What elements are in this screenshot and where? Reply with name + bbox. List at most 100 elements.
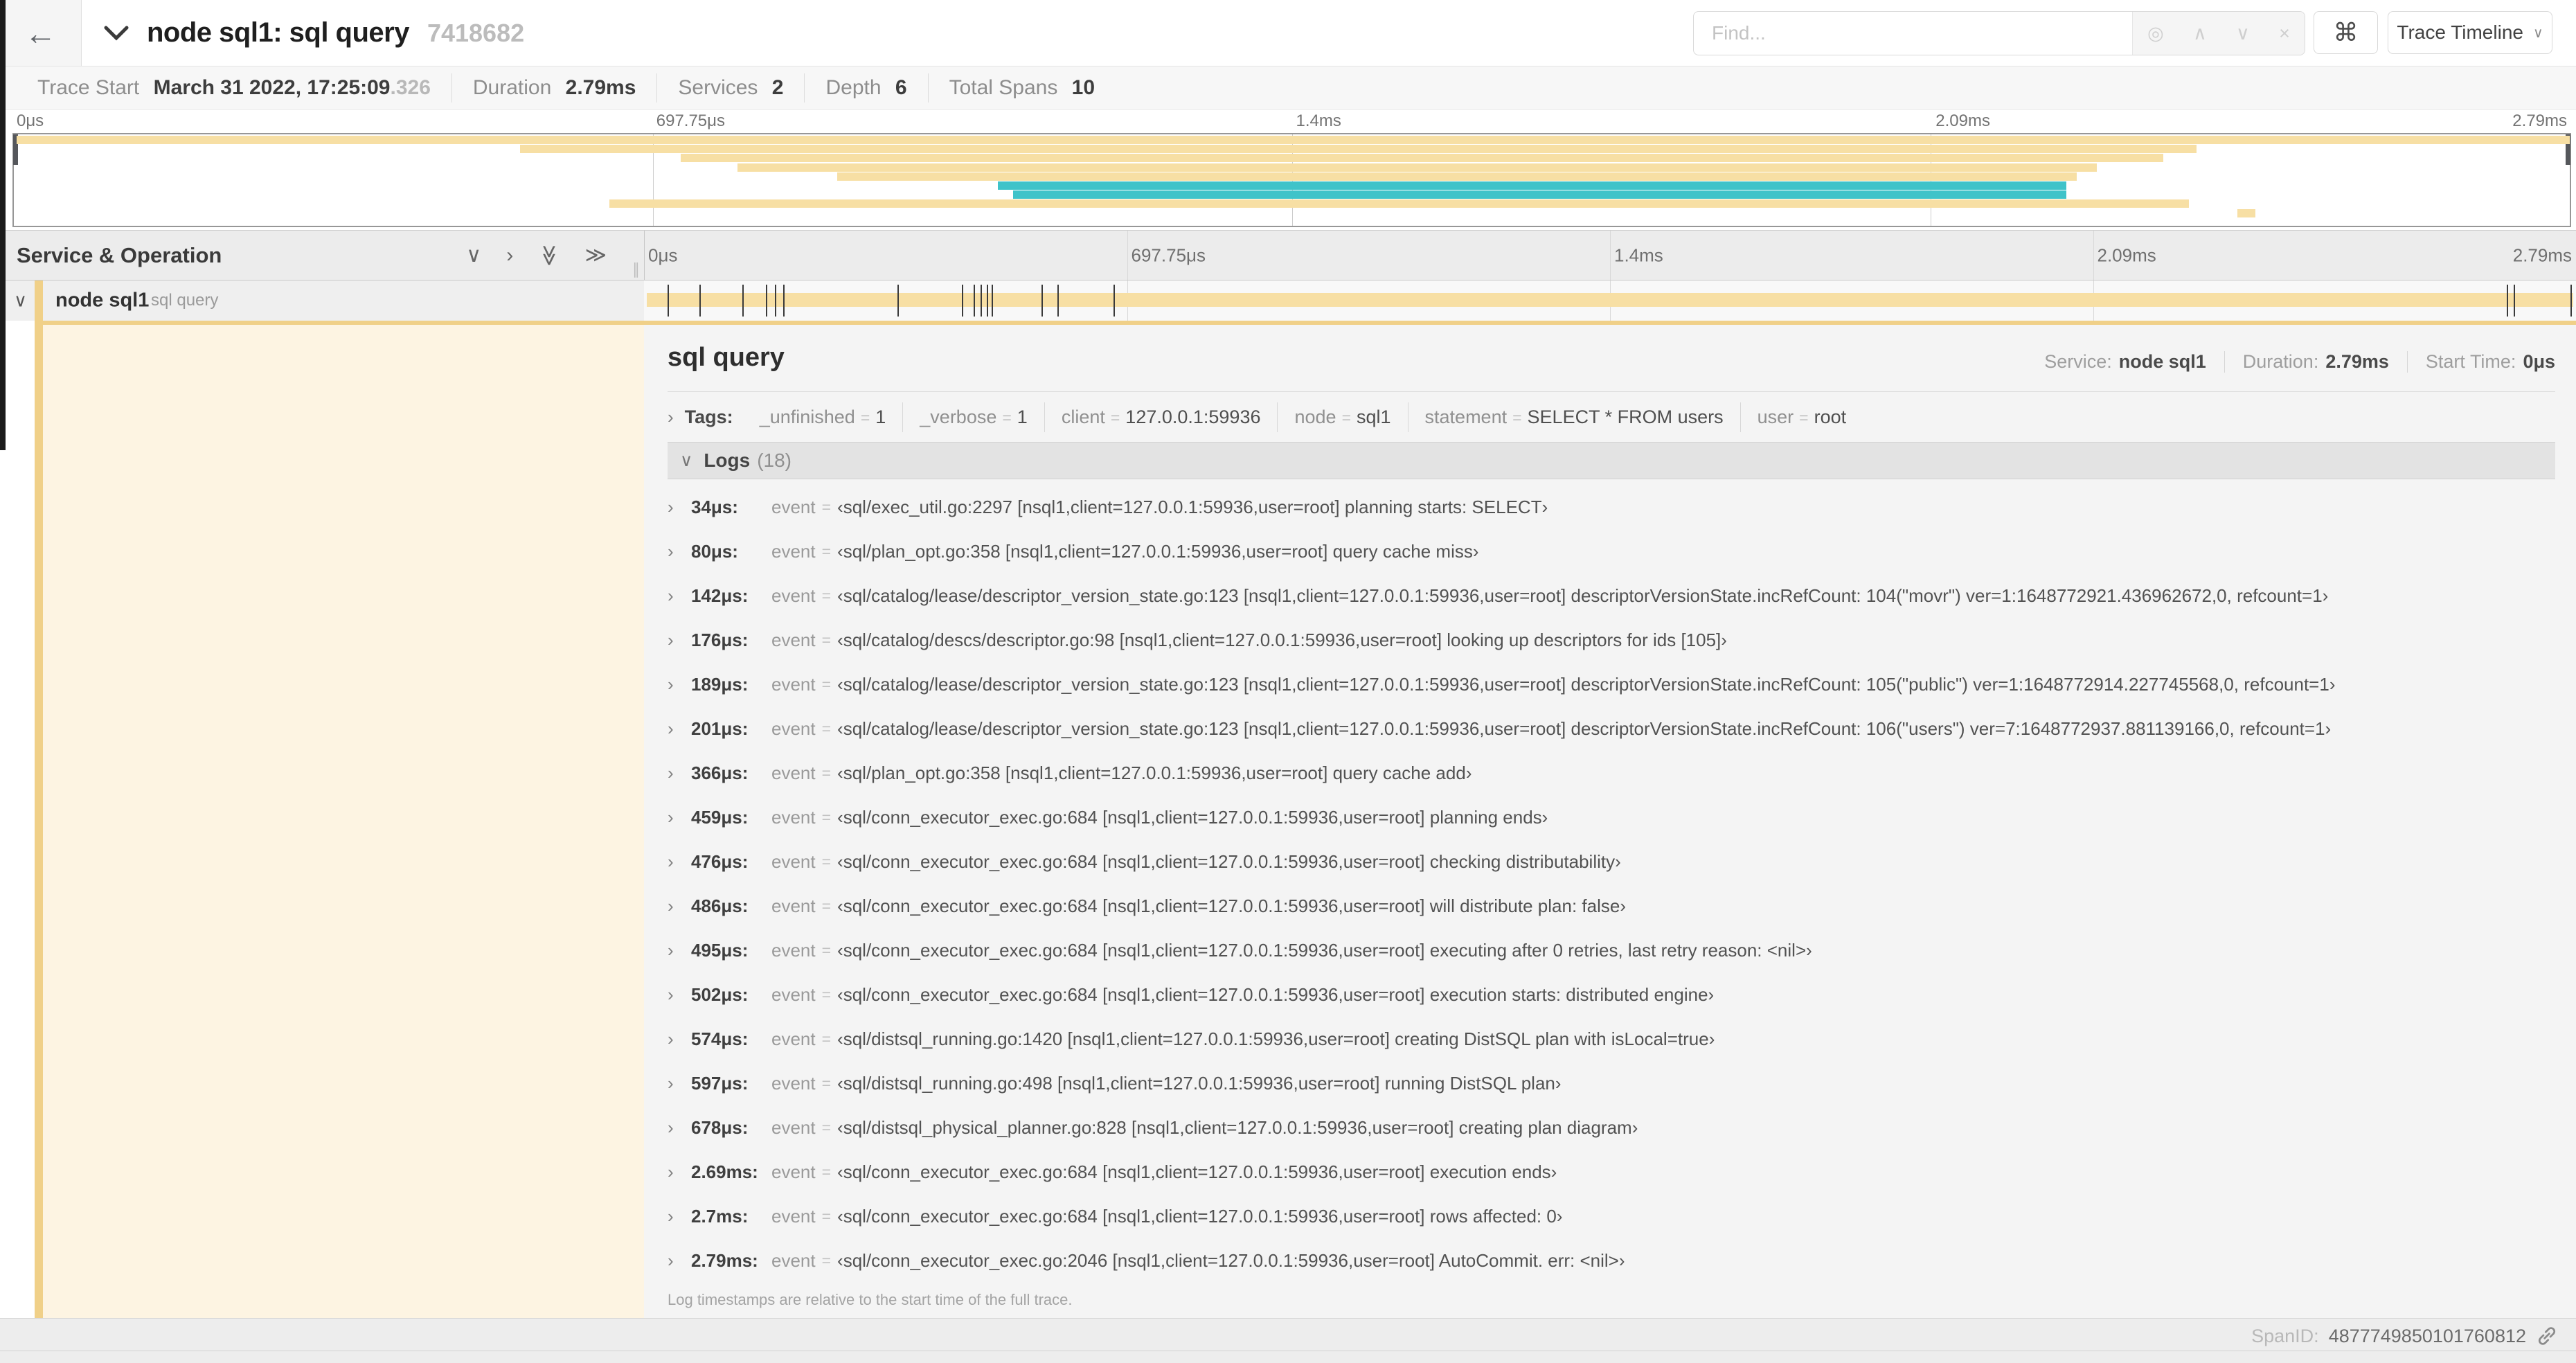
log-row[interactable]: › 2.69ms: event = ‹sql/conn_executor_exec.go… xyxy=(668,1150,2555,1194)
logs-section-header[interactable]: ∨ Logs (18) xyxy=(668,442,2555,479)
view-dropdown-label: Trace Timeline xyxy=(2397,21,2523,43)
chevron-right-icon[interactable]: › xyxy=(668,1073,691,1094)
find-ops: ◎ ∧ ∨ × xyxy=(2132,12,2305,55)
log-field-key: event xyxy=(771,850,816,872)
detail-meta-value: 0μs xyxy=(2523,351,2555,372)
log-field-key: event xyxy=(771,718,816,739)
chevron-right-icon[interactable]: › xyxy=(668,851,691,873)
log-row[interactable]: › 2.79ms: event = ‹sql/conn_executor_exec.go… xyxy=(668,1238,2555,1283)
tag-item: _unfinished = 1 xyxy=(743,402,903,432)
log-timestamp: 201μs: xyxy=(691,718,749,739)
chevron-right-icon[interactable]: › xyxy=(668,630,691,651)
span-name-cell[interactable]: ∨ node sql1 sql query xyxy=(0,280,645,321)
chevron-right-icon[interactable]: › xyxy=(668,896,691,917)
chevron-right-icon[interactable]: › xyxy=(668,718,691,740)
expand-all-icon[interactable]: ≫ xyxy=(585,244,607,266)
minimap-canvas[interactable] xyxy=(12,133,2571,227)
log-row[interactable]: › 597μs: event = ‹sql/distsql_running.go:498… xyxy=(668,1061,2555,1105)
log-row[interactable]: › 486μs: event = ‹sql/conn_executor_exec.go:… xyxy=(668,884,2555,928)
chevron-right-icon[interactable]: › xyxy=(668,674,691,695)
minimap-tick-labels: 0μs 697.75μs 1.4ms 2.09ms 2.79ms xyxy=(12,112,2571,131)
log-row[interactable]: › 34μs: event = ‹sql/exec_util.go:2297 [nsql… xyxy=(668,485,2555,529)
chevron-right-icon[interactable]: › xyxy=(668,1250,691,1272)
clear-icon[interactable]: × xyxy=(2279,23,2290,44)
chevron-right-icon[interactable]: › xyxy=(668,497,691,518)
log-row[interactable]: › 189μs: event = ‹sql/catalog/lease/descript… xyxy=(668,662,2555,706)
view-dropdown[interactable]: Trace Timeline ∨ xyxy=(2388,11,2552,54)
tags-list: _unfinished = 1 _verbose = 1 client = 127.0.0.1:… xyxy=(743,402,1863,432)
log-event-mark xyxy=(699,285,701,317)
log-timestamp: 459μs: xyxy=(691,806,749,828)
minimap-tick-label: 1.4ms xyxy=(1296,112,1341,130)
log-row[interactable]: › 142μs: event = ‹sql/catalog/lease/descript… xyxy=(668,573,2555,618)
log-row[interactable]: › 574μs: event = ‹sql/distsql_running.go:142… xyxy=(668,1017,2555,1061)
span-detail-header: sql query Service: node sql1 Duration: 2.79… xyxy=(668,325,2555,392)
chevron-right-icon[interactable]: › xyxy=(668,1028,691,1050)
log-field-key: event xyxy=(771,1028,816,1049)
log-field-value: ‹sql/conn_executor_exec.go:684 [nsql1,cl… xyxy=(837,850,1621,872)
minimap-tick-label: 697.75μs xyxy=(656,112,725,130)
collapse-deep-icon[interactable]: ≫ xyxy=(538,244,561,266)
find-input[interactable] xyxy=(1694,12,2132,55)
logs-count: (18) xyxy=(757,449,791,471)
column-resizer-handle[interactable]: ∥ xyxy=(632,260,640,278)
detail-meta-item: Start Time: 0μs xyxy=(2406,351,2555,373)
log-field-value: ‹sql/plan_opt.go:358 [nsql1,client=127.0… xyxy=(837,762,1472,783)
detail-meta-label: Service: xyxy=(2044,351,2112,372)
log-field-key: event xyxy=(771,1161,816,1182)
summary-value: March 31 2022, 17:25:09 xyxy=(147,76,391,99)
span-duration-bar[interactable] xyxy=(647,293,2573,307)
chevron-right-icon[interactable]: › xyxy=(668,585,691,607)
equals-sign: = xyxy=(1512,408,1522,427)
chevron-right-icon[interactable]: › xyxy=(668,1161,691,1183)
log-row[interactable]: › 459μs: event = ‹sql/conn_executor_exec.go:… xyxy=(668,795,2555,839)
chevron-right-icon[interactable]: › xyxy=(668,1117,691,1139)
back-button[interactable]: ← xyxy=(0,0,82,66)
trace-summary-bar: Trace Start March 31 2022, 17:25:09.326 D… xyxy=(0,66,2576,110)
log-timestamp: 34μs: xyxy=(691,496,738,517)
chevron-right-icon[interactable]: › xyxy=(668,763,691,784)
log-field-value: ‹sql/conn_executor_exec.go:684 [nsql1,cl… xyxy=(837,983,1715,1005)
chevron-right-icon[interactable]: › xyxy=(668,1206,691,1227)
log-row[interactable]: › 502μs: event = ‹sql/conn_executor_exec.go:… xyxy=(668,972,2555,1017)
log-row[interactable]: › 80μs: event = ‹sql/plan_opt.go:358 [nsql1,… xyxy=(668,529,2555,573)
log-row[interactable]: › 678μs: event = ‹sql/distsql_physical_plann… xyxy=(668,1105,2555,1150)
log-timestamp: 495μs: xyxy=(691,939,749,961)
next-match-icon[interactable]: ∨ xyxy=(2236,23,2250,44)
tag-item: _verbose = 1 xyxy=(902,402,1044,432)
chevron-right-icon[interactable]: › xyxy=(668,541,691,562)
summary-value-suffix: .326 xyxy=(390,76,431,99)
keyboard-shortcuts-button[interactable]: ⌘ xyxy=(2314,11,2378,54)
span-row: ∨ node sql1 sql query xyxy=(0,280,2576,321)
log-row[interactable]: › 495μs: event = ‹sql/conn_executor_exec.go:… xyxy=(668,928,2555,972)
timeline-tick-label: 2.09ms xyxy=(2097,244,2156,265)
collapse-trace-chevron-icon[interactable] xyxy=(104,25,129,42)
log-row[interactable]: › 476μs: event = ‹sql/conn_executor_exec.go:… xyxy=(668,839,2555,884)
timeline-header-row: Service & Operation ∨ › ≫ ≫ ∥ 0μs 697.75μs 1.… xyxy=(0,230,2576,280)
log-row[interactable]: › 366μs: event = ‹sql/plan_opt.go:358 [nsql1… xyxy=(668,751,2555,795)
log-field-key: event xyxy=(771,1249,816,1271)
log-row[interactable]: › 2.7ms: event = ‹sql/conn_executor_exec.go:… xyxy=(668,1194,2555,1238)
span-collapse-chevron-icon[interactable]: ∨ xyxy=(14,290,27,312)
chevron-right-icon[interactable]: › xyxy=(668,984,691,1006)
detail-meta-value: 2.79ms xyxy=(2325,351,2389,372)
tags-row[interactable]: › Tags: _unfinished = 1 _verbose = 1 client = 12… xyxy=(668,392,2555,442)
summary-label: Total Spans xyxy=(949,76,1058,99)
collapse-all-icon[interactable]: ∨ xyxy=(466,244,481,266)
log-row[interactable]: › 176μs: event = ‹sql/catalog/descs/descript… xyxy=(668,618,2555,662)
log-row[interactable]: › 201μs: event = ‹sql/catalog/lease/descript… xyxy=(668,706,2555,751)
expand-one-icon[interactable]: › xyxy=(506,244,513,266)
minimap-span-bar xyxy=(998,181,2066,190)
log-rows: › 34μs: event = ‹sql/exec_util.go:2297 [nsql… xyxy=(668,485,2555,1283)
tag-key: user xyxy=(1757,406,1794,427)
prev-match-icon[interactable]: ∧ xyxy=(2193,23,2207,44)
detail-meta-label: Start Time: xyxy=(2425,351,2516,372)
chevron-right-icon[interactable]: › xyxy=(668,807,691,828)
log-field-key: event xyxy=(771,762,816,783)
locate-icon[interactable]: ◎ xyxy=(2147,23,2164,44)
trace-summary-item: Duration 2.79ms xyxy=(451,73,657,103)
summary-value: 2.79ms xyxy=(560,76,636,99)
chevron-right-icon[interactable]: › xyxy=(668,940,691,961)
link-icon[interactable] xyxy=(2536,1325,2558,1347)
minimap-span-bar xyxy=(519,145,2197,154)
